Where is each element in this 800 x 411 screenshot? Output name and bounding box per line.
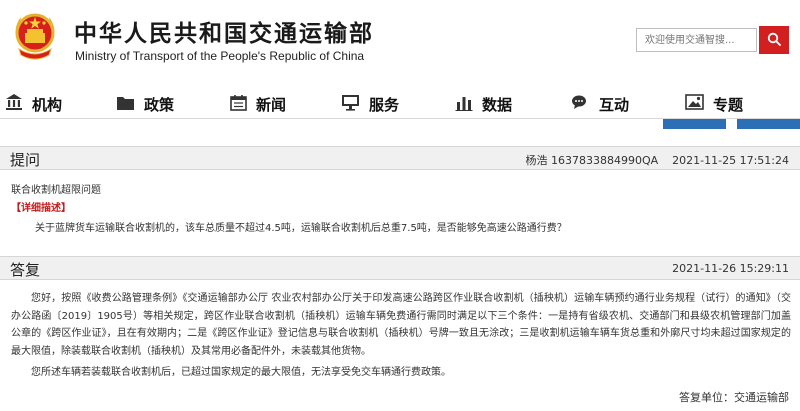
answer-paragraph: 您好，按照《收费公路管理条例》《交通运输部办公厅 农业农村部办公厅关于印发高速公… [11, 293, 791, 357]
answer-body: 您好，按照《收费公路管理条例》《交通运输部办公厅 农业农村部办公厅关于印发高速公… [11, 290, 791, 382]
question-meta: 杨浩 1637833884990QA 2021-11-25 17:51:24 [526, 152, 790, 168]
answer-paragraph: 您所述车辆若装载联合收割机后，已超过国家规定的最大限值，无法享受免交车辆通行费政… [31, 367, 451, 378]
search-icon [767, 32, 781, 49]
chat-icon [571, 94, 590, 115]
image-icon [685, 94, 704, 114]
bar-chart-icon [455, 94, 473, 115]
nav-label: 政策 [144, 95, 175, 114]
national-emblem-icon[interactable] [11, 9, 59, 61]
answer-label: 答复 [10, 261, 41, 279]
folder-icon [116, 94, 135, 115]
search-input[interactable] [636, 28, 757, 52]
nav-item-hudong[interactable]: 互动 [571, 90, 629, 118]
nav-item-zhuanti[interactable]: 专题 [685, 90, 743, 118]
site-header: 中华人民共和国交通运输部 Ministry of Transport of th… [0, 0, 800, 90]
ministry-title-cn[interactable]: 中华人民共和国交通运输部 [74, 14, 374, 48]
search-button[interactable] [759, 26, 789, 54]
detail-label: 【详细描述】 [11, 203, 71, 214]
question-label: 提问 [10, 151, 41, 169]
answer-header: 答复 2021-11-26 15:29:11 [0, 256, 800, 280]
monitor-icon [341, 94, 360, 115]
nav-item-shuju[interactable]: 数据 [455, 90, 512, 118]
question-datetime: 2021-11-25 17:51:24 [672, 154, 789, 167]
nav-label: 新闻 [256, 95, 287, 114]
nav-label: 互动 [599, 95, 630, 114]
nav-item-fuwu[interactable]: 服务 [341, 90, 399, 118]
calendar-icon [230, 94, 247, 115]
active-tab-marker [663, 119, 726, 129]
nav-label: 数据 [482, 95, 513, 114]
nav-label: 专题 [713, 95, 744, 114]
nav-item-jigou[interactable]: 机构 [5, 90, 62, 118]
asker-name: 杨浩 1637833884990QA [525, 154, 659, 167]
nav-item-xinwen[interactable]: 新闻 [230, 90, 286, 118]
question-detail: 关于蓝牌货车运输联合收割机的，该车总质量不超过4.5吨，运输联合收割机后总重7.… [35, 223, 567, 234]
nav-label: 服务 [369, 95, 400, 114]
main-nav: 机构 政策 新闻 服务 数据 互动 专题 [0, 90, 800, 119]
answer-signature: 答复单位：交通运输部 [679, 391, 789, 404]
question-title: 联合收割机超限问题 [11, 185, 101, 196]
building-icon [5, 93, 23, 115]
answer-datetime: 2021-11-26 15:29:11 [672, 262, 789, 275]
ministry-title-en[interactable]: Ministry of Transport of the People's Re… [75, 49, 364, 63]
nav-label: 机构 [32, 95, 63, 114]
question-header: 提问 杨浩 1637833884990QA 2021-11-25 17:51:2… [0, 146, 800, 170]
nav-item-zhengce[interactable]: 政策 [116, 90, 174, 118]
active-tab-marker [737, 119, 800, 129]
